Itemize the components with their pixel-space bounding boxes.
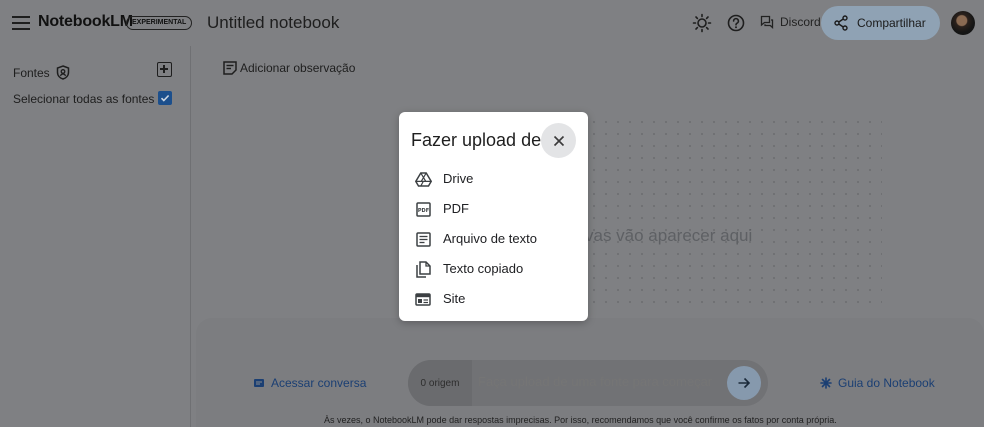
upload-option-pdf[interactable]: PDF PDF <box>399 193 588 223</box>
help-icon[interactable] <box>724 11 748 35</box>
forum-icon <box>760 15 774 29</box>
drive-icon <box>414 170 432 188</box>
upload-option-label: Texto copiado <box>443 261 524 276</box>
avatar[interactable] <box>951 11 975 35</box>
pdf-icon: PDF <box>414 200 432 218</box>
website-icon <box>414 290 432 308</box>
discord-label: Discord <box>780 15 821 29</box>
select-all-checkbox[interactable] <box>158 91 172 105</box>
background-dots <box>552 116 882 311</box>
empty-notes-hint: vas vão aparecer aqui <box>585 226 753 245</box>
close-button[interactable] <box>541 123 576 158</box>
app-logo: NotebookLM <box>38 13 133 30</box>
send-button[interactable] <box>727 366 761 400</box>
upload-option-label: Drive <box>443 171 474 186</box>
discord-link[interactable]: Discord <box>760 15 821 29</box>
note-add-icon <box>223 61 237 75</box>
sources-header: Fontes <box>13 65 70 80</box>
upload-option-copied-text[interactable]: Texto copiado <box>399 253 588 283</box>
upload-menu: Fazer upload de Drive PDF PDF Arquivo de… <box>399 112 588 321</box>
upload-option-website[interactable]: Site <box>399 283 588 313</box>
close-icon <box>553 135 564 146</box>
notebook-guide-label: Guia do Notebook <box>838 376 935 390</box>
svg-text:PDF: PDF <box>417 208 428 214</box>
share-label: Compartilhar <box>857 16 926 30</box>
upload-option-text-file[interactable]: Arquivo de texto <box>399 223 588 253</box>
sources-sidebar: Fontes Selecionar todas as fontes <box>0 46 191 427</box>
theme-toggle-icon[interactable] <box>690 11 714 35</box>
chat-icon <box>254 379 264 387</box>
upload-option-drive[interactable]: Drive <box>399 163 588 193</box>
menu-icon[interactable] <box>11 13 31 33</box>
source-count: 0 origem <box>408 360 472 406</box>
add-note-label: Adicionar observação <box>240 61 356 75</box>
experimental-badge: EXPERIMENTAL <box>126 16 193 30</box>
upload-option-label: Arquivo de texto <box>443 231 537 246</box>
add-note-button[interactable]: Adicionar observação <box>222 60 355 76</box>
notebook-guide-button[interactable]: Guia do Notebook <box>820 376 935 390</box>
add-source-icon[interactable] <box>157 62 172 77</box>
shield-icon[interactable] <box>56 65 70 80</box>
disclaimer-text: Às vezes, o NotebookLM pode dar resposta… <box>324 415 837 425</box>
copy-icon <box>414 260 432 278</box>
open-chat-button[interactable]: Acessar conversa <box>253 376 366 390</box>
sparkle-icon <box>820 377 832 389</box>
upload-menu-title: Fazer upload de <box>411 130 542 150</box>
text-file-icon <box>414 230 432 248</box>
select-all-label: Selecionar todas as fontes <box>13 92 155 106</box>
upload-option-label: Site <box>443 291 466 306</box>
arrow-right-icon <box>738 377 751 389</box>
check-icon <box>160 94 170 102</box>
sources-label: Fontes <box>13 65 50 80</box>
top-bar: NotebookLM EXPERIMENTAL Untitled noteboo… <box>0 0 984 46</box>
open-chat-label: Acessar conversa <box>271 376 367 390</box>
share-button[interactable]: Compartilhar <box>821 6 940 40</box>
share-icon <box>834 15 848 31</box>
query-input[interactable] <box>478 374 718 389</box>
notebook-title[interactable]: Untitled notebook <box>207 13 339 33</box>
upload-option-label: PDF <box>443 201 469 216</box>
